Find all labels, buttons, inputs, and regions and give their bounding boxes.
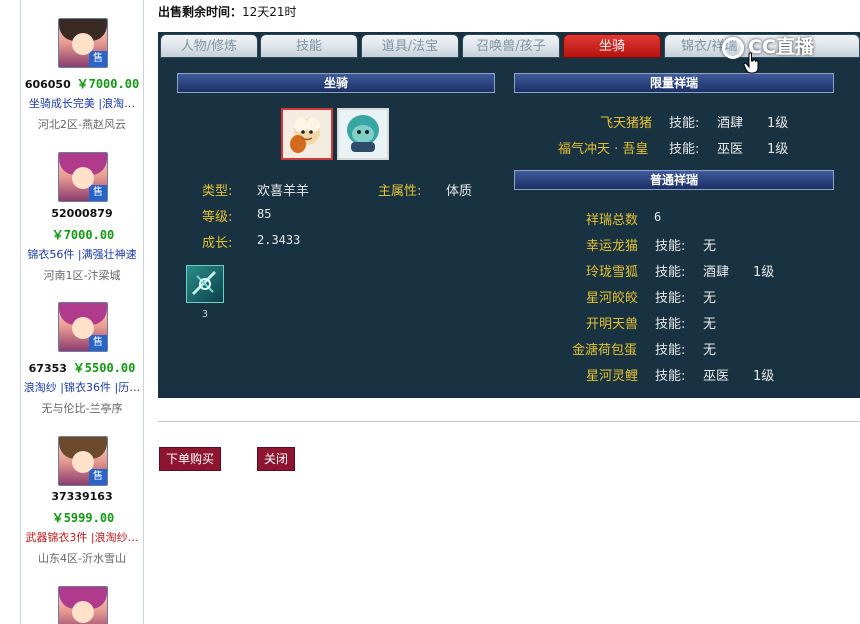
equipment-count: 3 <box>202 309 209 320</box>
character-avatar[interactable]: 售 <box>58 152 108 202</box>
normal-name-3: 星河皎皎 <box>586 291 639 306</box>
listing-id-price: 606050 ￥7000.00 <box>21 75 143 92</box>
listing-price: ￥7000.00 <box>76 77 140 91</box>
listing-price: ￥5500.00 <box>72 361 136 375</box>
normal-skill-label-3: 技能: <box>655 291 686 306</box>
listing-id-price: ￥7000.00 <box>21 226 143 243</box>
listing-server: 河南1区-汴梁城 <box>43 269 121 282</box>
tab-skills[interactable]: 技能 <box>260 34 358 58</box>
limited-level-2: 1级 <box>767 142 789 157</box>
normal-name-4: 开明天兽 <box>586 317 639 332</box>
listing-server: 河北2区-燕赵风云 <box>38 118 126 131</box>
character-avatar[interactable]: 售 <box>58 18 108 68</box>
mount-portrait-alt[interactable] <box>337 108 389 160</box>
listing-desc[interactable]: 武器锦衣3件 |浪淘纱… <box>21 529 143 545</box>
listing-id: 606050 <box>24 78 71 91</box>
divider <box>158 421 860 422</box>
listing-price: ￥5999.00 <box>51 511 115 525</box>
listing-id-price: ￥5999.00 <box>21 509 143 526</box>
sell-badge: 售 <box>89 51 107 67</box>
normal-level-2: 1级 <box>753 265 775 280</box>
character-avatar[interactable] <box>58 586 108 624</box>
normal-name-6: 星河灵鲤 <box>586 369 639 384</box>
equipment-icon <box>191 270 217 296</box>
total-value: 6 <box>654 210 662 224</box>
normal-level-6: 1级 <box>753 369 775 384</box>
close-button[interactable]: 关闭 <box>257 447 295 471</box>
listing-id: 67353 <box>28 362 67 375</box>
tab-pets[interactable]: 召唤兽/孩子 <box>462 34 560 58</box>
tab-mount[interactable]: 坐骑 <box>563 34 661 58</box>
normal-skill-label-4: 技能: <box>655 317 686 332</box>
listing-id-price: 67353 ￥5500.00 <box>21 359 143 376</box>
type-label: 类型: <box>202 184 233 199</box>
mount-section-header: 坐骑 <box>177 73 495 93</box>
tab-items[interactable]: 道具/法宝 <box>361 34 459 58</box>
main-attr-label: 主属性: <box>378 184 422 199</box>
listing-desc[interactable]: 坐骑成长完美 |浪淘… <box>21 95 143 111</box>
limited-skill-2: 巫医 <box>717 142 744 157</box>
mount-portrait-sheep[interactable] <box>281 108 333 160</box>
normal-skill-2: 酒肆 <box>703 265 730 280</box>
character-avatar[interactable]: 售 <box>58 436 108 486</box>
listing-id-price: 52000879 <box>21 207 143 220</box>
normal-skill-1: 无 <box>703 239 717 254</box>
listing-server: 山东4区-沂水雪山 <box>38 552 126 565</box>
normal-skill-4: 无 <box>703 317 717 332</box>
buy-button[interactable]: 下单购买 <box>159 447 221 471</box>
normal-name-2: 玲珑雪狐 <box>586 265 639 280</box>
limited-skill-label-1: 技能: <box>669 116 700 131</box>
listing-price: ￥7000.00 <box>51 228 115 242</box>
sell-badge: 售 <box>89 335 107 351</box>
listing-desc[interactable]: 浪淘纱 |锦衣36件 |历… <box>21 379 143 395</box>
normal-skill-label-1: 技能: <box>655 239 686 254</box>
normal-skill-label-5: 技能: <box>655 343 686 358</box>
tab-character[interactable]: 人物/修炼 <box>160 34 258 58</box>
normal-section-header: 普通祥瑞 <box>514 170 834 190</box>
limited-section-header: 限量祥瑞 <box>514 73 834 93</box>
growth-label: 成长: <box>202 236 233 251</box>
normal-skill-5: 无 <box>703 343 717 358</box>
limited-skill-1: 酒肆 <box>717 116 744 131</box>
cc-live-watermark: CC直播 <box>722 34 854 60</box>
limited-name-1: 飞天猪猪 <box>600 116 653 131</box>
normal-skill-6: 巫医 <box>703 369 730 384</box>
listing-sidebar: 售 606050 ￥7000.00 坐骑成长完美 |浪淘… 河北2区-燕赵风云 … <box>20 0 144 624</box>
level-label: 等级: <box>202 210 233 225</box>
listing-id-price: 37339163 <box>21 490 143 503</box>
listing-id: 52000879 <box>51 207 113 220</box>
character-avatar[interactable]: 售 <box>58 302 108 352</box>
level-value: 85 <box>257 207 272 221</box>
limited-skill-label-2: 技能: <box>669 142 700 157</box>
cc-logo-icon <box>722 36 744 59</box>
remaining-time-label: 出售剩余时间： <box>158 5 243 19</box>
sell-badge: 售 <box>89 469 107 485</box>
main-attr-value: 体质 <box>446 184 473 199</box>
sheep-icon <box>290 118 320 153</box>
limited-level-1: 1级 <box>767 116 789 131</box>
sell-badge: 售 <box>89 185 107 201</box>
normal-skill-label-6: 技能: <box>655 369 686 384</box>
total-label: 祥瑞总数 <box>586 213 639 228</box>
type-value: 欢喜羊羊 <box>257 184 310 199</box>
remaining-time: 出售剩余时间：12天21时 <box>158 3 297 20</box>
limited-name-2: 福气冲天 · 吾皇 <box>558 142 649 157</box>
mount-equipment-icon[interactable] <box>186 265 224 303</box>
remaining-time-value: 12天21时 <box>242 5 297 19</box>
normal-skill-label-2: 技能: <box>655 265 686 280</box>
creature-icon <box>347 115 379 152</box>
normal-name-5: 金溏荷包蛋 <box>572 343 638 358</box>
listing-server: 无与伦比-兰亭序 <box>41 402 123 415</box>
hand-cursor-icon <box>743 52 759 74</box>
normal-name-1: 幸运龙猫 <box>586 239 639 254</box>
listing-desc[interactable]: 锦衣56件 |满强壮神速 <box>21 246 143 262</box>
listing-id: 37339163 <box>51 490 113 503</box>
normal-skill-3: 无 <box>703 291 717 306</box>
growth-value: 2.3433 <box>257 233 301 247</box>
